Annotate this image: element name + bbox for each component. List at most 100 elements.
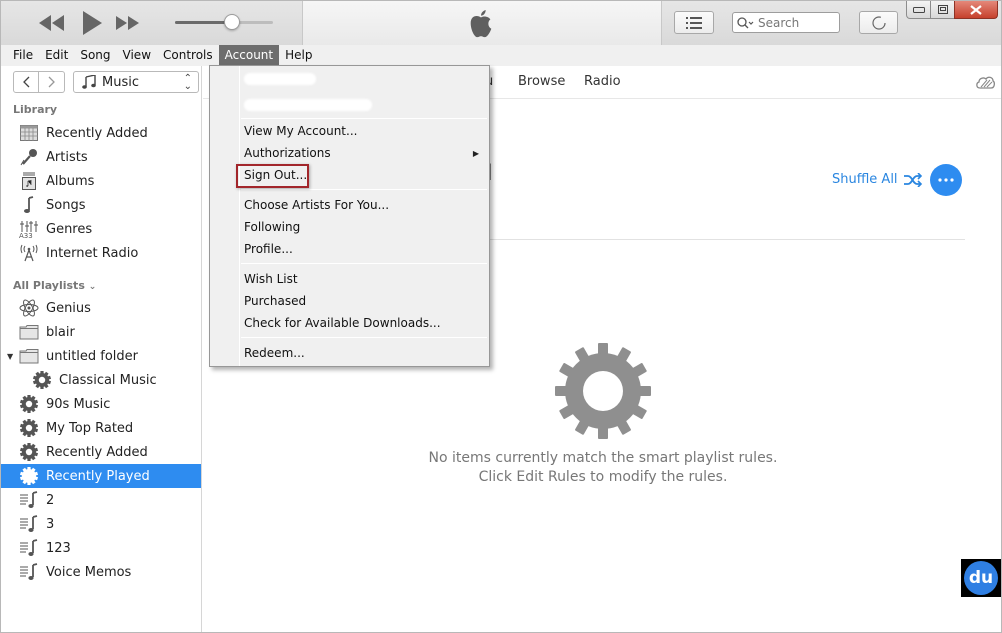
menu-edit[interactable]: Edit (39, 45, 74, 66)
close-button[interactable] (954, 1, 998, 19)
tab-browse[interactable]: Browse (518, 74, 565, 89)
player-controls (1, 1, 303, 45)
sidebar-item-label: untitled folder (46, 348, 139, 364)
volume-slider[interactable] (175, 14, 273, 30)
grid-icon (19, 123, 39, 143)
forward-button[interactable] (39, 71, 65, 93)
search-input[interactable] (758, 15, 828, 30)
menu-item-profile[interactable]: Profile... (244, 239, 293, 259)
fast-forward-icon (116, 16, 139, 30)
sidebar-item[interactable]: Artists (1, 145, 201, 169)
sidebar-item[interactable]: Classical Music (1, 368, 201, 392)
menu-separator (241, 263, 487, 264)
sidebar-item[interactable]: 123 (1, 536, 201, 560)
note-icon (19, 195, 39, 215)
search-icon (737, 16, 754, 28)
sidebar-item[interactable]: A33 Genres (1, 217, 201, 241)
sidebar-item[interactable]: 2 (1, 488, 201, 512)
playlists-header[interactable]: All Playlists ⌄ (13, 279, 96, 292)
svg-text:A33: A33 (19, 232, 33, 238)
shuffle-all-button[interactable]: Shuffle All (832, 172, 923, 187)
menu-item-redeem[interactable]: Redeem... (244, 343, 305, 363)
back-button[interactable] (13, 71, 39, 93)
sidebar-item-label: blair (46, 324, 75, 340)
menu-item-purchased[interactable]: Purchased (244, 291, 306, 311)
sidebar-item[interactable]: Genius (1, 296, 201, 320)
media-kind-select[interactable]: Music ⌃ ⌄ (73, 71, 199, 93)
itunes-window: FileEditSongViewControlsAccountHelp Musi… (0, 0, 1002, 633)
sidebar-item-label: Albums (46, 173, 95, 189)
play-icon (83, 11, 102, 35)
up-next-button[interactable] (674, 11, 714, 34)
menu-bar: File Edit Song View Controls Account Help (1, 45, 1001, 66)
sidebar-item-label: Voice Memos (46, 564, 132, 580)
sidebar-item[interactable]: Voice Memos (1, 560, 201, 584)
menu-item-following[interactable]: Following (244, 217, 300, 237)
sidebar-item[interactable]: Recently Played (1, 464, 201, 488)
sidebar-item[interactable]: blair (1, 320, 201, 344)
watermark-badge: du (961, 559, 1001, 597)
sidebar-item-label: 2 (46, 492, 55, 508)
menu-item-view-my-account[interactable]: View My Account... (244, 121, 357, 141)
updown-chevron-icon: ⌃ ⌄ (183, 73, 192, 92)
menu-controls[interactable]: Controls (157, 45, 219, 66)
apple-logo-icon (470, 9, 492, 38)
menu-item-authorizations[interactable]: Authorizations (244, 143, 331, 163)
chevron-right-icon (48, 76, 55, 88)
sidebar: Music ⌃ ⌄ Library Recently Added Artists Al… (1, 66, 202, 632)
playlist-icon (19, 538, 39, 558)
restore-button[interactable] (930, 1, 955, 19)
library-header: Library (13, 103, 58, 116)
sidebar-item-label: Genius (46, 300, 91, 316)
menu-help[interactable]: Help (279, 45, 318, 66)
redacted-account-name (244, 73, 316, 85)
menu-song[interactable]: Song (74, 45, 116, 66)
sidebar-item[interactable]: Recently Added (1, 440, 201, 464)
play-button[interactable] (77, 9, 107, 37)
sidebar-item[interactable]: Songs (1, 193, 201, 217)
watermark-logo: du (964, 561, 998, 595)
microphone-icon (19, 147, 39, 167)
cloud-icon[interactable] (975, 74, 995, 90)
sidebar-item-label: Artists (46, 149, 88, 165)
more-options-button[interactable] (930, 164, 962, 196)
history-nav (13, 71, 65, 93)
activity-button[interactable] (859, 11, 898, 34)
menu-view[interactable]: View (117, 45, 157, 66)
menu-item-check-for-available-downloads[interactable]: Check for Available Downloads... (244, 313, 441, 333)
sidebar-item[interactable]: Internet Radio (1, 241, 201, 265)
sidebar-item[interactable]: 3 (1, 512, 201, 536)
spinner-icon (871, 15, 886, 30)
disclosure-triangle-icon[interactable]: ▼ (7, 352, 13, 361)
minimize-icon (912, 6, 925, 13)
menu-file[interactable]: File (7, 45, 39, 66)
menu-item-wish-list[interactable]: Wish List (244, 269, 298, 289)
search-field[interactable] (732, 12, 840, 33)
list-icon (686, 16, 702, 29)
empty-message-line2: Click Edit Rules to modify the rules. (478, 469, 728, 485)
volume-knob[interactable] (223, 14, 240, 30)
media-kind-label: Music (102, 74, 139, 90)
next-button[interactable] (113, 11, 143, 35)
playlist-icon (19, 562, 39, 582)
sign-out-highlight-box (236, 164, 309, 188)
menu-item-choose-artists-for-you[interactable]: Choose Artists For You... (244, 195, 389, 215)
sidebar-item[interactable]: My Top Rated (1, 416, 201, 440)
gear-icon (19, 466, 39, 486)
sidebar-item[interactable]: 90s Music (1, 392, 201, 416)
sidebar-item-label: My Top Rated (46, 420, 134, 436)
shuffle-icon (903, 172, 922, 187)
sidebar-item[interactable]: Albums (1, 169, 201, 193)
tab-radio[interactable]: Radio (584, 74, 621, 89)
sidebar-item[interactable]: Recently Added (1, 121, 201, 145)
previous-button[interactable] (37, 11, 67, 35)
menu-account[interactable]: Account (218, 45, 280, 66)
sidebar-item[interactable]: untitled folder ▼ (1, 344, 201, 368)
menu-separator (241, 337, 487, 338)
rewind-icon (39, 15, 64, 31)
sidebar-item-label: 123 (46, 540, 71, 556)
close-icon (970, 4, 982, 15)
empty-state-message: No items currently match the smart playl… (403, 449, 803, 487)
minimize-button[interactable] (906, 1, 931, 19)
account-menu: View My Account... Authorizations ▶ Sign Ou… (209, 65, 490, 367)
